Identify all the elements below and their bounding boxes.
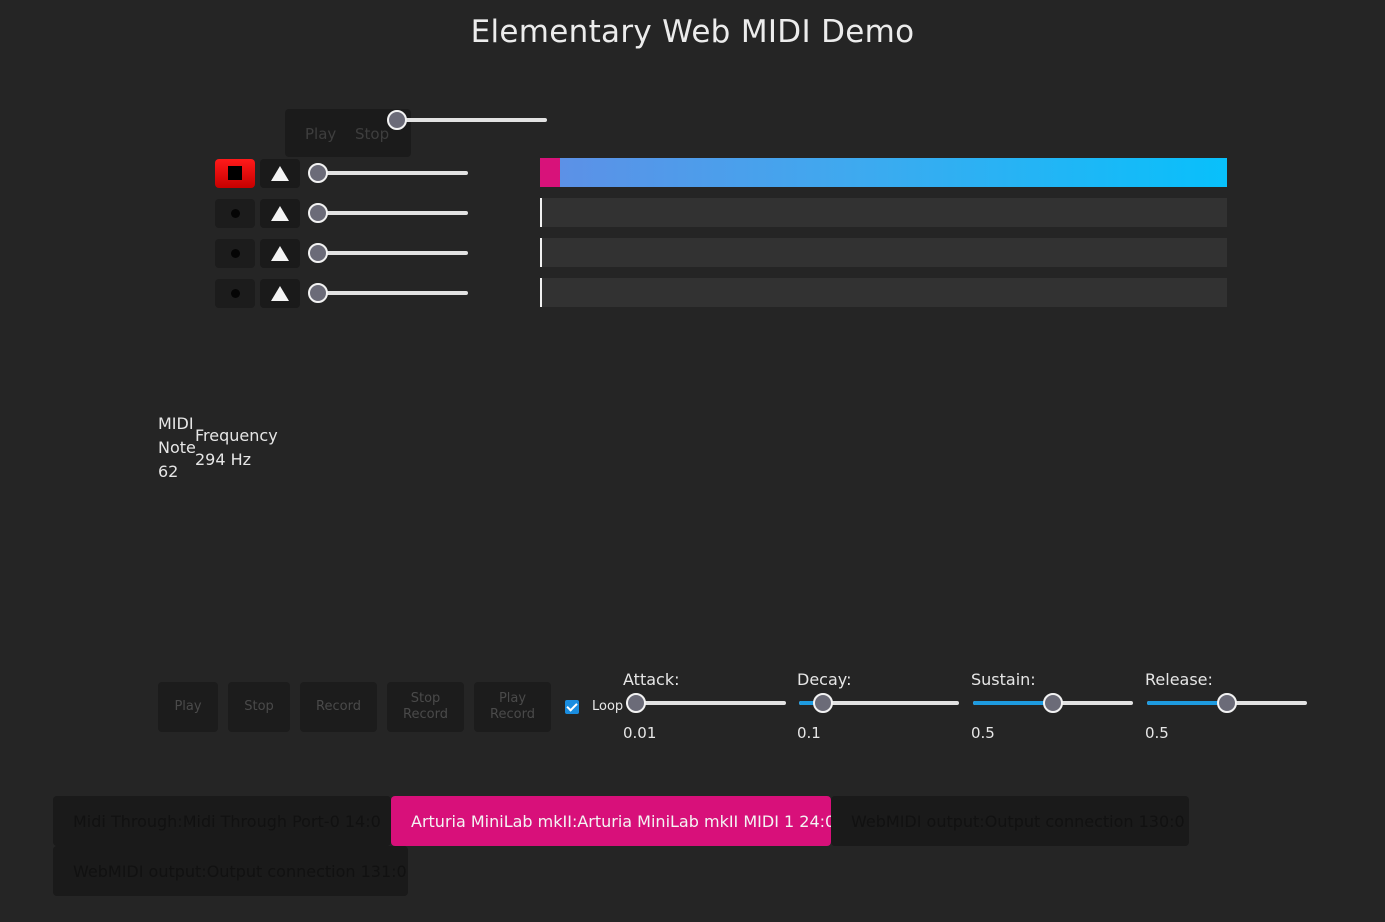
release-label: Release: xyxy=(1145,670,1213,689)
slider-fill xyxy=(1147,701,1227,705)
slider-thumb[interactable] xyxy=(308,203,328,223)
triangle-up-icon xyxy=(271,246,289,261)
attack-label: Attack: xyxy=(623,670,680,689)
track-lane[interactable] xyxy=(540,238,1227,267)
transport-play-button[interactable]: Play xyxy=(305,125,336,143)
midi-note-value: 62 xyxy=(158,462,179,481)
triangle-up-icon xyxy=(271,166,289,181)
record-toggle-button[interactable] xyxy=(215,159,255,188)
frequency-value: 294 Hz xyxy=(195,450,252,469)
track-volume-slider[interactable] xyxy=(308,283,468,303)
sustain-slider[interactable] xyxy=(973,693,1133,713)
midi-device-button-selected[interactable]: Arturia MiniLab mkII:Arturia MiniLab mkI… xyxy=(391,796,835,846)
eject-button[interactable] xyxy=(260,199,300,228)
slider-thumb[interactable] xyxy=(626,693,646,713)
record-toggle-button[interactable] xyxy=(215,199,255,228)
midi-device-button[interactable]: WebMIDI output:Output connection 131:0 xyxy=(53,846,408,896)
slider-track xyxy=(626,701,786,705)
sustain-label: Sustain: xyxy=(971,670,1036,689)
button-label: Record xyxy=(490,707,535,722)
slider-thumb[interactable] xyxy=(1217,693,1237,713)
eject-button[interactable] xyxy=(260,279,300,308)
play-record-button[interactable]: Play Record xyxy=(474,682,551,732)
slider-track xyxy=(318,211,468,215)
track-volume-slider[interactable] xyxy=(308,163,468,183)
record-button[interactable]: Record xyxy=(300,682,377,732)
attack-value: 0.01 xyxy=(623,724,657,742)
track-lane[interactable] xyxy=(540,158,1227,187)
slider-thumb[interactable] xyxy=(308,243,328,263)
record-toggle-button[interactable] xyxy=(215,239,255,268)
slider-track xyxy=(397,118,547,122)
slider-thumb[interactable] xyxy=(1043,693,1063,713)
slider-track xyxy=(318,251,468,255)
track-volume-slider[interactable] xyxy=(308,243,468,263)
record-dot-icon xyxy=(231,289,240,298)
stop-square-icon xyxy=(228,166,242,180)
triangle-up-icon xyxy=(271,206,289,221)
track-lane[interactable] xyxy=(540,198,1227,227)
slider-thumb[interactable] xyxy=(308,283,328,303)
button-label: Record xyxy=(403,707,448,722)
midi-note-label: MIDI xyxy=(158,414,194,433)
playhead xyxy=(540,278,542,307)
button-label: Stop xyxy=(410,691,441,706)
slider-thumb[interactable] xyxy=(387,110,407,130)
record-toggle-button[interactable] xyxy=(215,279,255,308)
playhead xyxy=(540,238,542,267)
midi-device-button[interactable]: WebMIDI output:Output connection 130:0 xyxy=(831,796,1189,846)
slider-fill xyxy=(973,701,1053,705)
slider-track xyxy=(318,171,468,175)
loop-label: Loop xyxy=(592,699,624,714)
triangle-up-icon xyxy=(271,286,289,301)
track-volume-slider[interactable] xyxy=(308,203,468,223)
midi-device-button[interactable]: Midi Through:Midi Through Port-0 14:0 xyxy=(53,796,391,846)
play-button[interactable]: Play xyxy=(158,682,218,732)
button-label: Play xyxy=(498,691,527,706)
release-slider[interactable] xyxy=(1147,693,1307,713)
stop-button[interactable]: Stop xyxy=(228,682,290,732)
record-dot-icon xyxy=(231,249,240,258)
eject-button[interactable] xyxy=(260,159,300,188)
transport-stop-button[interactable]: Stop xyxy=(355,125,389,143)
frequency-display: Frequency 294 Hz xyxy=(195,424,278,472)
page-title: Elementary Web MIDI Demo xyxy=(470,14,915,50)
frequency-label: Frequency xyxy=(195,426,278,445)
decay-value: 0.1 xyxy=(797,724,821,742)
track-lane[interactable] xyxy=(540,278,1227,307)
decay-label: Decay: xyxy=(797,670,852,689)
loop-checkbox[interactable] xyxy=(565,700,579,714)
midi-note-display: MIDI Note 62 xyxy=(158,412,196,484)
stop-record-button[interactable]: Stop Record xyxy=(387,682,464,732)
playhead xyxy=(540,158,560,187)
sustain-value: 0.5 xyxy=(971,724,995,742)
midi-note-label: Note xyxy=(158,438,196,457)
playhead xyxy=(540,198,542,227)
attack-slider[interactable] xyxy=(626,693,786,713)
eject-button[interactable] xyxy=(260,239,300,268)
slider-thumb[interactable] xyxy=(308,163,328,183)
transport-position-slider[interactable] xyxy=(387,110,547,130)
decay-slider[interactable] xyxy=(799,693,959,713)
release-value: 0.5 xyxy=(1145,724,1169,742)
slider-track xyxy=(318,291,468,295)
record-dot-icon xyxy=(231,209,240,218)
slider-thumb[interactable] xyxy=(813,693,833,713)
